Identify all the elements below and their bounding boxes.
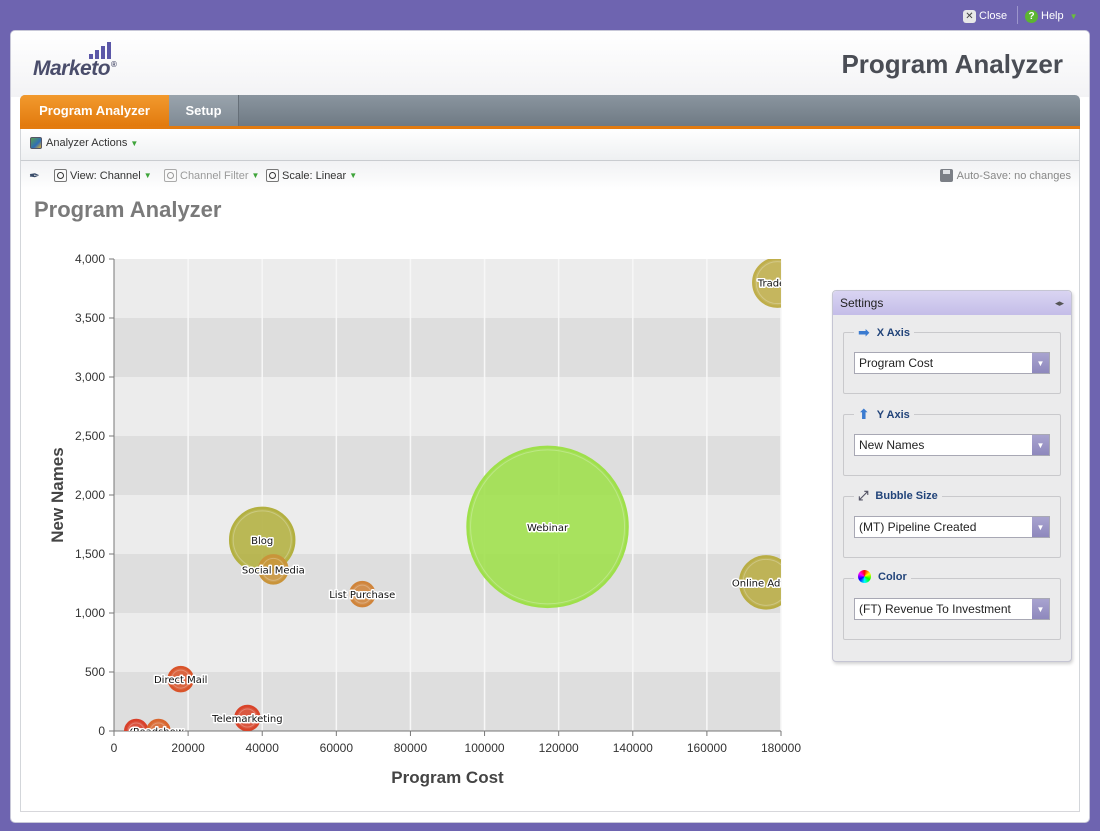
top-bar: ✕ Close ? Help ▼ [0,0,1100,30]
logo-text: Marketo [33,57,111,80]
y-tick-label: 2,000 [75,488,105,502]
bubble-label: Social Media [242,565,305,576]
bubble-chart: 0 500 1,000 1,500 2,000 2,500 3,000 3,500 4,000 0… [48,252,801,787]
bubble-label: Tradesh [757,279,797,290]
bubble-size-value: (MT) Pipeline Created [859,520,977,534]
chevron-down-icon: ▼ [1032,435,1049,455]
settings-title: Settings [840,296,884,310]
x-tick-label: 0 [111,741,118,755]
bubble-label: Blog [251,536,273,547]
plot-band [114,318,781,377]
logo: Marketo® [33,57,117,80]
save-disk-icon [939,169,953,182]
x-axis-title: Program Cost [391,768,504,787]
help-link[interactable]: ? Help ▼ [1025,7,1078,25]
y-tick-label: 1,500 [75,547,105,561]
tab-setup[interactable]: Setup [169,95,239,126]
action-bar: Analyzer Actions ▼ [20,129,1080,161]
close-icon: ✕ [963,9,976,23]
bubble-label: Telemarketing [211,714,282,725]
chevron-down-icon: ▼ [1032,599,1049,619]
plot-bands [114,259,781,731]
bubble-label: Direct Mail [154,675,207,686]
y-tick-label: 2,500 [75,429,105,443]
plot-band [114,613,781,672]
bottom-strip [20,811,1080,815]
y-tick-label: 500 [85,665,105,679]
content-area: ✒ View: Channel ▼ Channel Filter ▼ Scale… [20,161,1080,811]
x-tick-label: 100000 [465,741,505,755]
y-axis-select[interactable]: New Names ▼ [854,434,1050,456]
bubble-size-label: Bubble Size [875,490,938,502]
chevron-down-icon: ▼ [1032,353,1049,373]
x-tick-label: 40000 [246,741,280,755]
y-tick-label: 3,000 [75,370,105,384]
autosave-label: Auto-Save: no changes [956,169,1071,182]
x-axis-value: Program Cost [859,356,934,370]
settings-header: Settings ◂▸ [833,291,1071,315]
x-tick-label: 160000 [687,741,727,755]
settings-panel: Settings ◂▸ ➡ X Axis Program Cost ▼ ⬆ Y … [832,290,1072,662]
collapse-icon[interactable]: ◂▸ [1055,298,1064,309]
plot-band [114,377,781,436]
plot-band [114,495,781,554]
main-window: Marketo® Program Analyzer Program Analyz… [10,30,1090,823]
plot-band [114,554,781,613]
help-icon: ? [1025,9,1038,23]
y-axis-legend: ⬆ Y Axis [854,406,914,423]
arrow-right-icon: ➡ [858,324,870,340]
color-group: Color (FT) Revenue To Investment ▼ [843,570,1061,640]
bubble-size-group: ⤢ Bubble Size (MT) Pipeline Created ▼ [843,488,1061,558]
arrow-up-icon: ⬆ [858,406,870,422]
autosave-status: Auto-Save: no changes [939,169,1071,182]
x-tick-label: 80000 [394,741,428,755]
x-axis-group: ➡ X Axis Program Cost ▼ [843,324,1061,394]
x-tick-label: 140000 [613,741,653,755]
help-label: Help [1041,10,1064,22]
color-value: (FT) Revenue To Investment [859,602,1011,616]
divider [1017,6,1018,24]
x-tick-label: 60000 [320,741,354,755]
bubble-size-select[interactable]: (MT) Pipeline Created ▼ [854,516,1050,538]
y-axis-label: Y Axis [876,408,910,421]
y-tick-label: 4,000 [75,252,105,266]
bubble-label: Webinar [527,523,569,534]
analyzer-cube-icon [30,137,42,149]
close-link[interactable]: ✕ Close [963,7,1007,25]
y-axis-title: New Names [48,447,67,542]
analyzer-actions-label: Analyzer Actions [46,137,128,149]
y-tick-label: 3,500 [75,311,105,325]
bubble-size-legend: ⤢ Bubble Size [854,488,942,504]
x-tick-label: 180000 [761,741,801,755]
chevron-down-icon: ▼ [1032,517,1049,537]
plot-band [114,436,781,495]
color-label: Color [878,570,907,583]
x-axis-legend: ➡ X Axis [854,324,914,341]
tab-program-analyzer[interactable]: Program Analyzer [20,95,169,126]
bubble-label: List Purchase [329,590,395,601]
bubble-label: Online Advert [732,578,801,589]
y-axis-value: New Names [859,438,925,452]
app-header: Marketo® Program Analyzer [11,31,1089,97]
color-legend: Color [854,570,911,583]
bubble-label: Roadshow [133,727,184,738]
x-tick-label: 20000 [171,741,205,755]
x-tick-label: 120000 [539,741,579,755]
chevron-down-icon: ▼ [130,138,139,148]
x-axis-label: X Axis [876,326,910,339]
y-tick-label: 1,000 [75,606,105,620]
analyzer-actions-menu[interactable]: Analyzer Actions ▼ [30,137,138,149]
tab-bar: Program Analyzer Setup [20,95,1080,129]
app-title: Program Analyzer [841,49,1063,79]
close-label: Close [979,10,1008,22]
color-wheel-icon [858,570,871,583]
x-axis-select[interactable]: Program Cost ▼ [854,352,1050,374]
plot-band [114,259,781,318]
chevron-down-icon: ▼ [1069,11,1078,21]
y-tick-label: 0 [98,724,105,738]
y-axis-group: ⬆ Y Axis New Names ▼ [843,406,1061,476]
color-select[interactable]: (FT) Revenue To Investment ▼ [854,598,1050,620]
resize-arrows-icon: ⤢ [858,488,869,503]
